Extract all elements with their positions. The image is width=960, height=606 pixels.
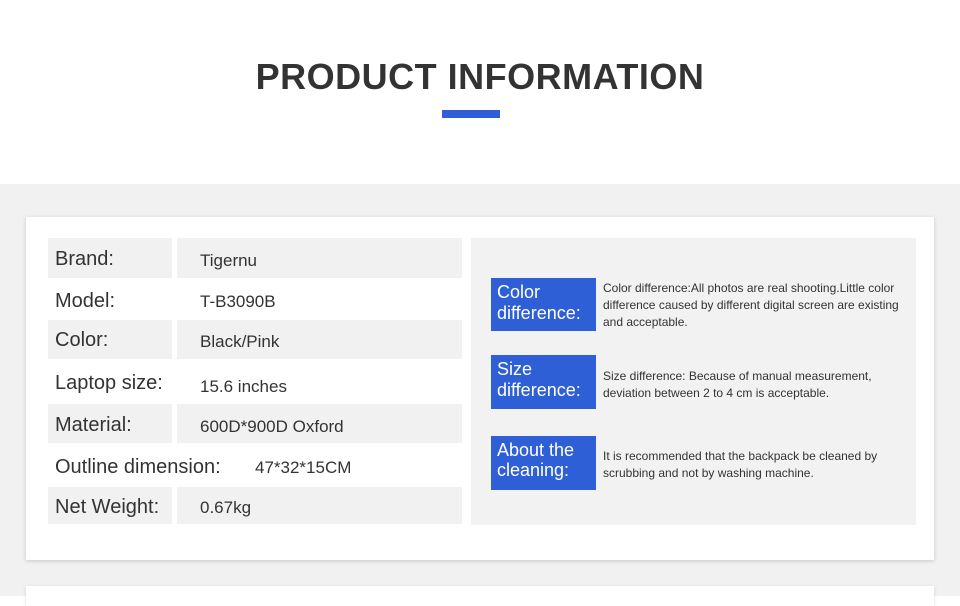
spec-value-color: Black/Pink (200, 332, 280, 351)
spec-value-brand: Tigernu (200, 251, 258, 270)
note-label-cleaning: About the cleaning: (491, 436, 596, 490)
spec-value-outline-dimension: 47*32*15CM (255, 458, 352, 477)
header-section: PRODUCT INFORMATION (0, 0, 960, 184)
spec-label-brand: Brand: (55, 248, 114, 270)
title-underline (442, 110, 500, 118)
spec-label-laptop-size: Laptop size: (55, 372, 163, 394)
spec-value-material: 600D*900D Oxford (200, 417, 344, 436)
next-card (26, 586, 934, 606)
spec-label-outline-dimension: Outline dimension: (55, 456, 221, 478)
note-text-cleaning: It is recommended that the backpack be c… (603, 449, 878, 480)
note-label-size-difference: Size difference: (491, 355, 596, 409)
note-text-color-difference: Color difference:All photos are real sho… (603, 281, 899, 329)
note-label-color-difference: Color difference: (491, 278, 596, 331)
spec-label-model: Model: (55, 290, 116, 312)
spec-value-net-weight: 0.67kg (200, 498, 252, 517)
page-title: PRODUCT INFORMATION (255, 56, 705, 97)
spec-value-laptop-size: 15.6 inches (200, 377, 287, 396)
note-text-size-difference: Size difference: Because of manual measu… (603, 369, 872, 400)
spec-label-material: Material: (55, 414, 132, 436)
spec-label-color: Color: (55, 329, 109, 351)
spec-value-model: T-B3090B (200, 292, 276, 311)
spec-label-net-weight: Net Weight: (55, 496, 160, 518)
